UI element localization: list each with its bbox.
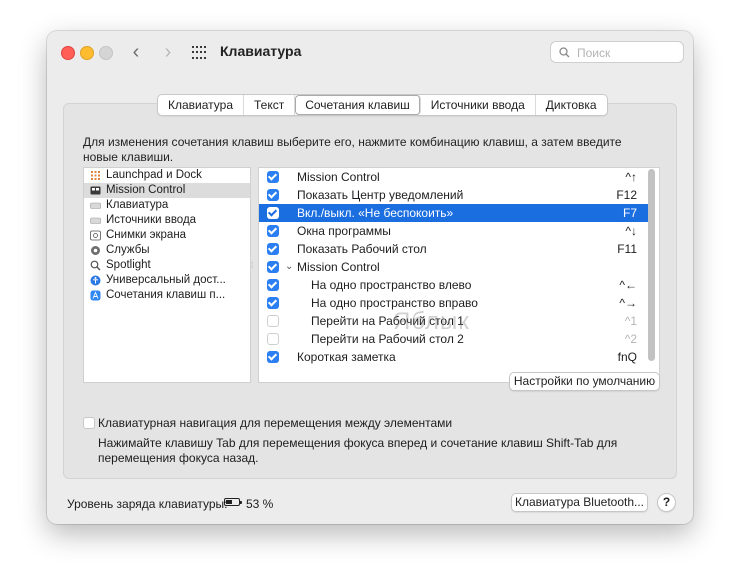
category-label: Launchpad и Dock bbox=[106, 169, 202, 181]
category-label: Mission Control bbox=[106, 184, 186, 196]
shortcut-checkbox[interactable] bbox=[267, 279, 279, 291]
category-item-screenshots[interactable]: Снимки экрана bbox=[84, 228, 250, 243]
shortcut-checkbox[interactable] bbox=[267, 261, 279, 273]
tab-shortcuts[interactable]: Сочетания клавиш bbox=[295, 95, 421, 115]
watermark: Яблык bbox=[393, 308, 470, 335]
shortcut-label: Показать Рабочий стол bbox=[297, 242, 427, 256]
shortcut-checkbox[interactable] bbox=[267, 189, 279, 201]
shortcut-row[interactable]: На одно пространство влево ^← bbox=[259, 276, 649, 294]
shortcut-keys[interactable]: F7 bbox=[623, 204, 637, 222]
category-item-accessibility[interactable]: Универсальный дост... bbox=[84, 273, 250, 288]
shortcut-keys[interactable]: ^↑ bbox=[625, 168, 637, 186]
search-icon bbox=[559, 47, 570, 58]
spotlight-icon bbox=[90, 260, 101, 271]
shortcut-keys[interactable]: ^2 bbox=[625, 330, 637, 348]
restore-defaults-button[interactable]: Настройки по умолчанию bbox=[509, 372, 660, 391]
minimize-button[interactable] bbox=[80, 46, 94, 60]
back-button[interactable]: ‹ bbox=[126, 41, 146, 63]
tab-bar: Клавиатура Текст Сочетания клавиш Источн… bbox=[157, 94, 608, 116]
category-label: Универсальный дост... bbox=[106, 274, 226, 286]
shortcut-checkbox[interactable] bbox=[267, 171, 279, 183]
category-item-spotlight[interactable]: Spotlight bbox=[84, 258, 250, 273]
shortcut-checkbox[interactable] bbox=[267, 207, 279, 219]
input-sources-icon bbox=[90, 217, 101, 224]
shortcut-checkbox[interactable] bbox=[267, 333, 279, 345]
shortcut-row-selected[interactable]: Вкл./выкл. «Не беспокоить» F7 bbox=[259, 204, 649, 222]
window-title: Клавиатура bbox=[220, 43, 302, 59]
keyboard-navigation-checkbox[interactable] bbox=[83, 417, 95, 429]
disclosure-chevron-icon[interactable]: ⌄ bbox=[285, 258, 293, 276]
category-list: Launchpad и Dock Mission Control Клавиат… bbox=[83, 167, 251, 383]
category-label: Сочетания клавиш п... bbox=[106, 289, 226, 301]
launchpad-icon bbox=[91, 171, 100, 180]
category-label: Клавиатура bbox=[106, 199, 169, 211]
shortcut-keys[interactable]: fnQ bbox=[618, 348, 637, 366]
shortcut-label: Окна программы bbox=[297, 224, 391, 238]
mission-control-icon bbox=[90, 186, 101, 195]
shortcut-checkbox[interactable] bbox=[267, 351, 279, 363]
shortcut-row[interactable]: Показать Рабочий стол F11 bbox=[259, 240, 649, 258]
shortcut-row[interactable]: Mission Control ^↑ bbox=[259, 168, 649, 186]
category-label: Снимки экрана bbox=[106, 229, 187, 241]
forward-button[interactable]: › bbox=[158, 41, 178, 63]
keyboard-navigation-label: Клавиатурная навигация для перемещения м… bbox=[98, 416, 453, 430]
shortcut-keys[interactable]: ^↓ bbox=[625, 222, 637, 240]
services-icon bbox=[91, 246, 100, 255]
tab-keyboard[interactable]: Клавиатура bbox=[158, 95, 244, 115]
shortcut-checkbox[interactable] bbox=[267, 297, 279, 309]
shortcut-label: Короткая заметка bbox=[297, 350, 396, 364]
shortcut-keys[interactable]: ^1 bbox=[625, 312, 637, 330]
keyboard-preferences-window: ‹ › Клавиатура Клавиатура Текст Сочетани… bbox=[47, 31, 693, 524]
shortcut-keys[interactable]: F11 bbox=[617, 240, 637, 258]
tab-dictation[interactable]: Диктовка bbox=[536, 95, 607, 115]
keyboard-battery-label: Уровень заряда клавиатуры: bbox=[67, 497, 228, 511]
shortcut-list: Mission Control ^↑ Показать Центр уведом… bbox=[258, 167, 660, 383]
search-field[interactable] bbox=[550, 41, 684, 63]
keyboard-icon bbox=[90, 202, 101, 209]
battery-icon bbox=[224, 498, 242, 506]
category-item-input-sources[interactable]: Источники ввода bbox=[84, 213, 250, 228]
accessibility-icon bbox=[90, 275, 101, 286]
setup-bluetooth-keyboard-button[interactable]: Клавиатура Bluetooth... bbox=[511, 493, 648, 512]
app-shortcuts-icon bbox=[90, 290, 101, 301]
category-item-mission-control[interactable]: Mission Control bbox=[84, 183, 250, 198]
shortcut-group-label: Mission Control bbox=[297, 260, 380, 274]
category-label: Службы bbox=[106, 244, 150, 256]
category-item-app-shortcuts[interactable]: Сочетания клавиш п... bbox=[84, 288, 250, 303]
title-bar: ‹ › Клавиатура bbox=[47, 31, 693, 73]
shortcut-label: Mission Control bbox=[297, 170, 380, 184]
shortcut-checkbox[interactable] bbox=[267, 243, 279, 255]
shortcut-checkbox[interactable] bbox=[267, 225, 279, 237]
keyboard-battery-percent: 53 % bbox=[246, 497, 274, 511]
shortcut-row[interactable]: Короткая заметка fnQ bbox=[259, 348, 649, 366]
help-button[interactable]: ? bbox=[657, 493, 676, 512]
keyboard-navigation-description: Нажимайте клавишу Tab для перемещения фо… bbox=[98, 436, 618, 465]
shortcut-keys[interactable]: ^→ bbox=[619, 294, 637, 312]
shortcut-row[interactable]: Окна программы ^↓ bbox=[259, 222, 649, 240]
category-item-launchpad[interactable]: Launchpad и Dock bbox=[84, 168, 250, 183]
screenshot-icon bbox=[90, 230, 101, 241]
split-view-divider-handle[interactable]: ⁞ bbox=[251, 261, 257, 270]
shortcut-list-scrollbar[interactable] bbox=[648, 169, 655, 361]
shortcut-keys[interactable]: F12 bbox=[616, 186, 637, 204]
tab-text[interactable]: Текст bbox=[244, 95, 296, 115]
category-item-services[interactable]: Службы bbox=[84, 243, 250, 258]
tab-input-sources[interactable]: Источники ввода bbox=[421, 95, 536, 115]
shortcut-label: Показать Центр уведомлений bbox=[297, 188, 464, 202]
category-label: Spotlight bbox=[106, 259, 151, 271]
category-label: Источники ввода bbox=[106, 214, 197, 226]
shortcut-keys[interactable]: ^← bbox=[619, 276, 637, 294]
shortcut-group-row[interactable]: ⌄ Mission Control bbox=[259, 258, 649, 276]
zoom-button[interactable] bbox=[99, 46, 113, 60]
shortcut-label: На одно пространство влево bbox=[311, 278, 472, 292]
shortcut-checkbox[interactable] bbox=[267, 315, 279, 327]
instructions-text: Для изменения сочетания клавиш выберите … bbox=[83, 135, 622, 164]
shortcut-label: Вкл./выкл. «Не беспокоить» bbox=[297, 206, 454, 220]
search-input[interactable] bbox=[575, 43, 679, 63]
show-all-grid-icon[interactable] bbox=[192, 46, 206, 60]
category-item-keyboard[interactable]: Клавиатура bbox=[84, 198, 250, 213]
shortcut-row[interactable]: Показать Центр уведомлений F12 bbox=[259, 186, 649, 204]
close-button[interactable] bbox=[61, 46, 75, 60]
